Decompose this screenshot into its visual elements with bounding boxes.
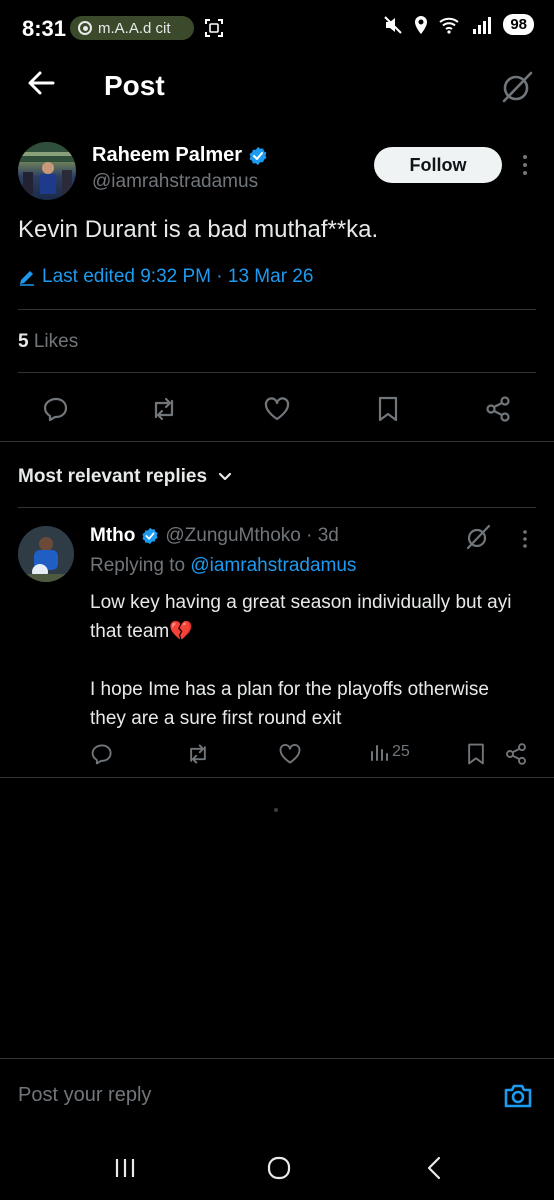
views-icon [371,745,388,761]
replies-sort-label: Most relevant replies [18,466,208,487]
reply-paragraph: Low key having a great season individual… [90,592,512,642]
home-icon[interactable] [266,1155,292,1181]
chevron-down-icon [218,472,232,481]
last-edited-text: Last edited 9:32 PM · 13 Mar 26 [42,266,314,287]
divider [18,309,536,310]
section-divider [0,441,554,442]
author-avatar[interactable] [18,142,76,200]
likes-label: Likes [33,331,79,352]
follow-button[interactable]: Follow [374,147,502,183]
recent-apps-icon[interactable] [112,1155,138,1181]
grok-icon[interactable] [465,524,491,550]
signal-icon [473,16,492,34]
location-icon [415,15,428,34]
more-icon[interactable] [518,528,532,550]
divider [0,777,554,778]
post-text: Kevin Durant is a bad muthaf**ka. [18,216,379,243]
replying-to-handle[interactable]: @iamrahstradamus [190,555,356,576]
camera-icon[interactable] [502,1080,534,1112]
author-handle[interactable]: @iamrahstradamus [92,171,258,193]
media-icon [78,21,92,35]
author-name-text: Raheem Palmer [92,144,243,166]
edit-icon [20,271,34,286]
views-number: 25 [392,743,410,760]
last-edited-link[interactable]: Last edited 9:32 PM · 13 Mar 26 [18,266,313,288]
reply-icon[interactable] [90,742,114,766]
post-action-bar [0,387,554,431]
status-icons: 98 [383,14,534,35]
page-title: Post [104,70,165,101]
reply-paragraph: I hope Ime has a plan for the playoffs o… [90,679,489,729]
reply-input[interactable]: Post your reply [18,1084,151,1107]
reply-action-bar: 25 [90,740,540,770]
like-icon[interactable] [278,742,302,766]
mute-icon [384,15,403,34]
replies-sort-dropdown[interactable]: Most relevant replies [18,466,233,488]
reply-text: Low key having a great season individual… [90,588,530,733]
loading-indicator [274,808,278,812]
battery-level: 98 [503,14,534,35]
likes-number: 5 [18,331,29,352]
divider [18,507,536,508]
like-icon[interactable] [263,395,291,423]
reply-handle-time[interactable]: @ZunguMthoko · 3d [165,525,339,547]
share-icon[interactable] [484,395,512,423]
reply-header: Mtho @ZunguMthoko · 3d [90,525,339,547]
media-notification-pill[interactable]: m.A.A.d cit [70,16,194,40]
divider [18,372,536,373]
grok-icon[interactable] [500,70,534,104]
more-icon[interactable] [516,150,534,180]
reply-icon[interactable] [42,395,70,423]
bookmark-icon[interactable] [464,742,488,766]
repost-icon[interactable] [186,742,210,766]
media-text: m.A.A.d cit [98,19,171,37]
avatar-image [18,142,76,194]
share-icon[interactable] [504,742,528,766]
replying-to-prefix: Replying to [90,555,186,576]
avatar-image [18,526,74,582]
status-time: 8:31 [22,16,67,41]
screenshot-icon [205,19,223,37]
verified-badge-icon [249,146,267,165]
repost-icon[interactable] [150,395,178,423]
wifi-icon [439,17,459,34]
composer-divider [0,1058,554,1059]
author-name[interactable]: Raheem Palmer [92,144,268,167]
reply-avatar[interactable] [18,526,74,582]
bookmark-icon[interactable] [374,395,402,423]
verified-badge-icon [142,527,158,545]
reply-author-name[interactable]: Mtho [90,525,135,547]
views-count[interactable]: 25 [370,742,410,762]
likes-count[interactable]: 5 Likes [18,331,78,353]
nav-back-icon[interactable] [424,1155,444,1181]
back-arrow-icon[interactable] [26,68,56,98]
replying-to: Replying to @iamrahstradamus [90,555,356,577]
